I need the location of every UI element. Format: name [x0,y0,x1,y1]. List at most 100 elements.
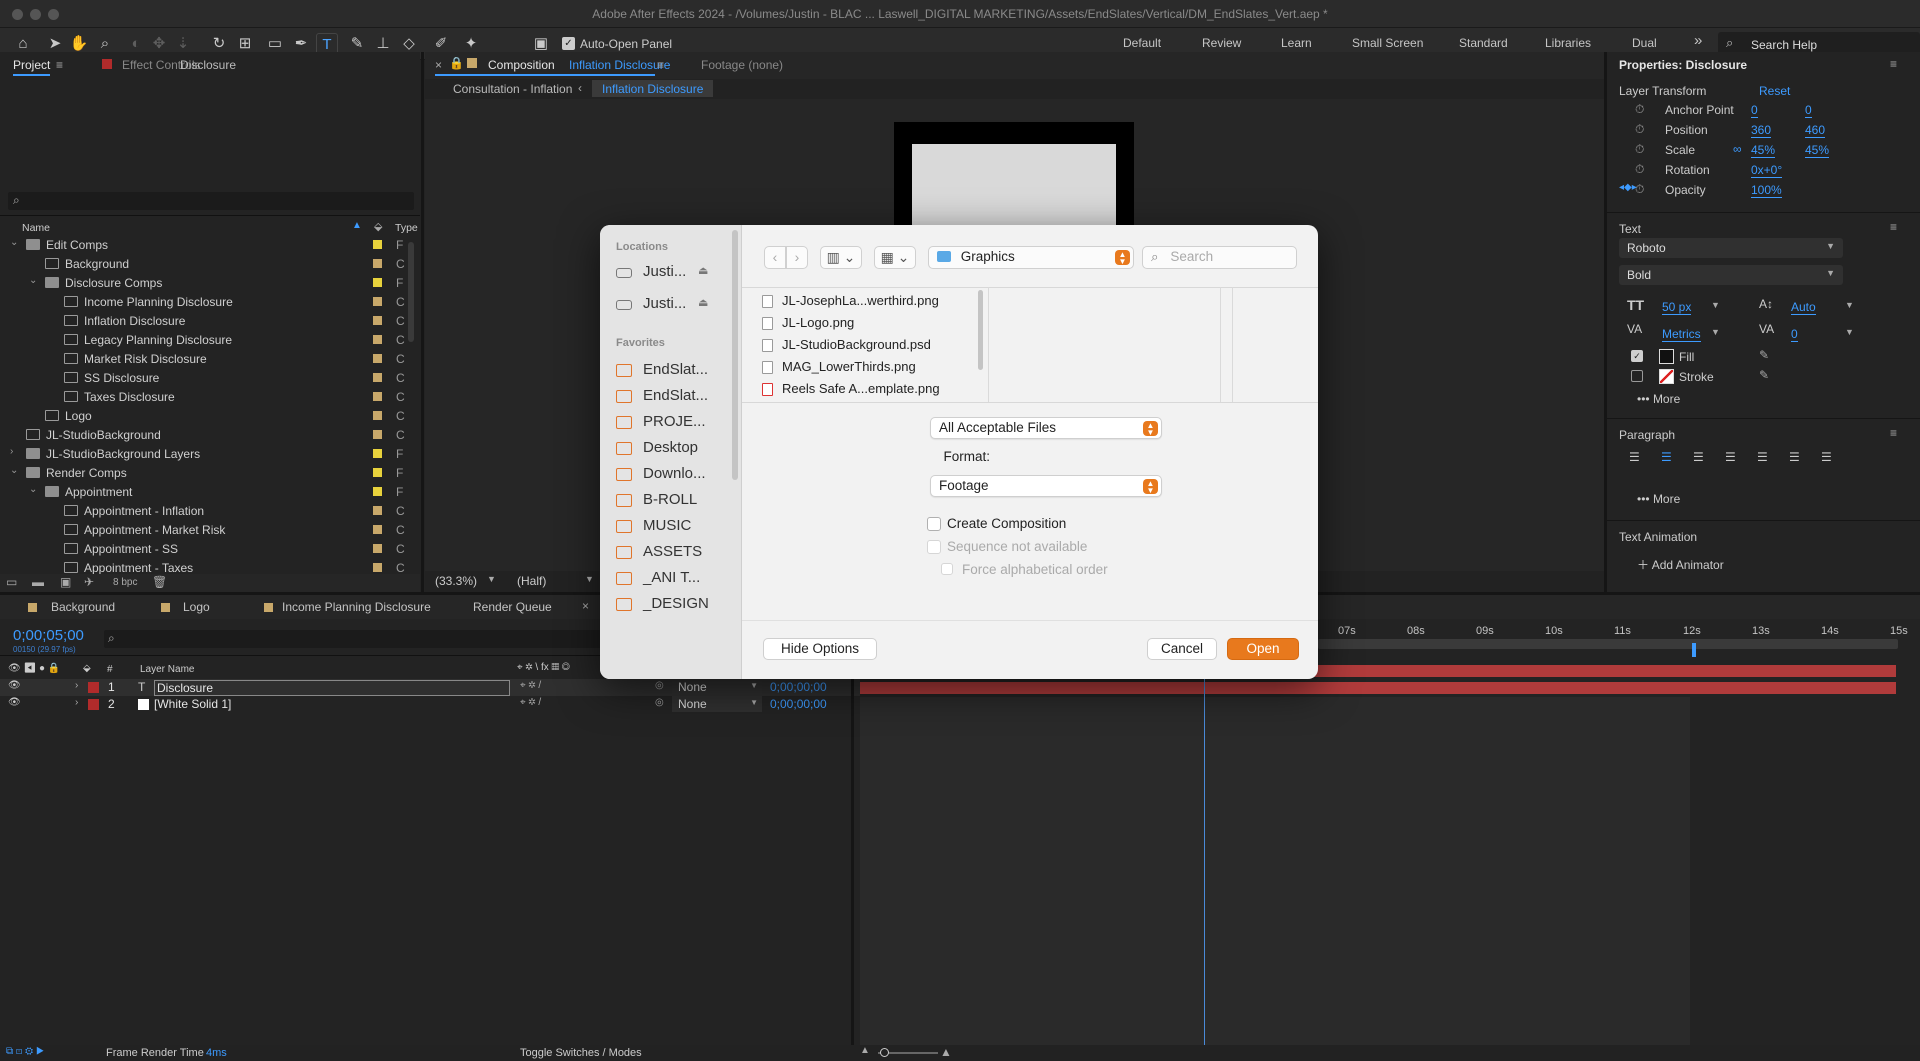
parent-dropdown[interactable]: None ▼ [672,679,762,695]
add-animator-button[interactable]: ＋ Add Animator [1629,552,1739,574]
footer-toggle-icons[interactable]: ⧉ ⊡ ⚙ ▶ [6,1046,44,1057]
type-column-header[interactable]: Type [395,222,418,234]
back-button[interactable]: ‹ [764,246,786,269]
transform-value-1[interactable]: 360 [1751,123,1772,138]
transform-value-2[interactable]: 460 [1805,123,1826,138]
layer-name[interactable]: Disclosure [154,680,510,696]
project-tab[interactable]: Project [13,58,51,76]
chevron-down-icon[interactable]: ▼ [1845,300,1854,310]
tracking-value[interactable]: 0 [1791,327,1798,342]
font-family-dropdown[interactable]: Roboto ▼ [1619,238,1843,258]
constrain-proportions-icon[interactable]: ∞ [1733,142,1742,156]
chevron-down-icon[interactable]: ⌄ [29,275,37,286]
project-item[interactable]: Taxes Disclosure C [0,388,412,407]
chevron-down-icon[interactable]: ▼ [1711,300,1720,310]
breadcrumb-current[interactable]: Inflation Disclosure [592,80,714,97]
composition-panel-menu-icon[interactable]: ≡ [657,58,664,72]
cancel-button[interactable]: Cancel [1147,638,1217,660]
project-item[interactable]: JL-StudioBackground C [0,426,412,445]
project-panel-menu-icon[interactable]: ≡ [56,58,63,72]
label-color-swatch[interactable] [373,525,382,534]
auto-open-panel-checkbox[interactable]: ✓ [562,37,575,50]
forward-button[interactable]: › [786,246,808,269]
layer-bar-white-solid[interactable] [860,682,1896,694]
stopwatch-icon[interactable]: ⏱ [1635,122,1644,137]
workspace-learn[interactable]: Learn [1281,36,1312,50]
stroke-checkbox[interactable] [1631,370,1643,382]
align-left-icon[interactable]: ☰ [1629,450,1640,464]
project-item[interactable]: ⌄ Disclosure Comps F [0,274,412,293]
stopwatch-icon[interactable]: ⏱ [1635,102,1644,117]
timeline-tab-background[interactable]: Background [51,600,115,614]
parent-dropdown[interactable]: None ▼ [672,696,762,712]
work-area-end-marker[interactable] [1692,643,1696,657]
layer-label-swatch[interactable] [88,682,99,693]
label-color-swatch[interactable] [373,278,382,287]
workspace-dual[interactable]: Dual [1632,36,1657,50]
kerning-value[interactable]: Metrics [1662,327,1701,342]
hide-options-button[interactable]: Hide Options [763,638,877,660]
fill-eyedropper-icon[interactable]: ✎ [1759,348,1769,362]
chevron-down-icon[interactable]: ▼ [1711,327,1720,337]
create-composition-checkbox[interactable] [927,517,941,531]
zoom-in-icon[interactable]: ▲ [940,1045,952,1059]
workspace-standard[interactable]: Standard [1459,36,1508,50]
magnification-dropdown[interactable]: (33.3%) [435,574,477,588]
work-area-bar[interactable] [1318,639,1898,649]
project-item[interactable]: Market Risk Disclosure C [0,350,412,369]
layer-row[interactable]: 👁 › 2 [White Solid 1] ⌖ ✲ / ◎ None ▼ 0;00;00;00 [0,696,860,713]
chevron-down-icon[interactable]: ⌄ [10,465,18,476]
breadcrumb-parent[interactable]: Consultation - Inflation [453,82,572,96]
name-column-header[interactable]: Name [22,222,50,234]
current-timecode[interactable]: 0;00;05;00 [13,627,84,644]
zoom-out-icon[interactable]: ▲ [860,1045,870,1056]
expand-layer-icon[interactable]: › [75,697,78,708]
project-search-input[interactable]: ⌕ [8,192,414,210]
project-item[interactable]: Logo C [0,407,412,426]
layer-row[interactable]: 👁 › 1 T Disclosure ⌖ ✲ / ◎ None ▼ 0;00;00;00 [0,679,860,696]
fill-checkbox[interactable]: ✓ [1631,350,1643,362]
toggle-switches-modes-button[interactable]: Toggle Switches / Modes [520,1047,642,1059]
lock-icon[interactable]: 🔒 [449,56,464,70]
parent-pickwhip-icon[interactable]: ◎ [655,680,664,691]
label-tag-icon[interactable]: ⬙ [374,220,382,233]
group-button[interactable]: ▦ ⌄ [874,246,916,269]
project-item[interactable]: Appointment - SS C [0,540,412,559]
font-size-value[interactable]: 50 px [1662,300,1692,315]
expand-layer-icon[interactable]: › [75,680,78,691]
eject-icon[interactable]: ⏏ [698,264,708,277]
project-item[interactable]: › JL-StudioBackground Layers F [0,445,412,464]
label-color-swatch[interactable] [373,392,382,401]
label-color-swatch[interactable] [373,430,382,439]
project-item[interactable]: SS Disclosure C [0,369,412,388]
label-color-swatch[interactable] [373,259,382,268]
view-mode-button[interactable]: ▥ ⌄ [820,246,862,269]
layer-switches[interactable]: ⌖ ✲ / [520,680,541,691]
workspace-small-screen[interactable]: Small Screen [1352,36,1423,50]
file-list-scrollbar[interactable] [978,290,983,370]
timeline-tab-logo[interactable]: Logo [183,600,210,614]
chevron-down-icon[interactable]: ▼ [1845,327,1854,337]
adjust-settings-icon[interactable]: ✈ [84,575,94,589]
chevron-down-icon[interactable]: ⌄ [29,484,37,495]
more-text-options-button[interactable]: ••• More [1637,392,1680,406]
justify-center-icon[interactable]: ☰ [1757,450,1768,464]
text-section-menu-icon[interactable]: ≡ [1890,220,1897,234]
bit-depth-label[interactable]: 8 bpc [113,577,137,588]
dialog-search-field[interactable]: ⌕ Search [1142,246,1297,269]
layer-label-swatch[interactable] [88,699,99,710]
project-item[interactable]: ⌄ Edit Comps F [0,236,412,255]
justify-all-icon[interactable]: ☰ [1821,450,1832,464]
transform-value-1[interactable]: 100% [1751,183,1782,198]
new-composition-icon[interactable]: ▣ [60,575,71,589]
resolution-dropdown[interactable]: (Half) [517,574,546,588]
fill-color-swatch[interactable] [1659,349,1674,364]
folder-path-popup[interactable]: Graphics ▲ ▼ [928,246,1134,269]
workspace-default[interactable]: Default [1123,36,1161,50]
stroke-color-swatch[interactable] [1659,369,1674,384]
transform-value-1[interactable]: 45% [1751,143,1776,158]
label-color-swatch[interactable] [373,487,382,496]
stroke-eyedropper-icon[interactable]: ✎ [1759,368,1769,382]
reset-transform-link[interactable]: Reset [1759,84,1790,98]
transform-value-1[interactable]: 0 [1751,103,1758,118]
